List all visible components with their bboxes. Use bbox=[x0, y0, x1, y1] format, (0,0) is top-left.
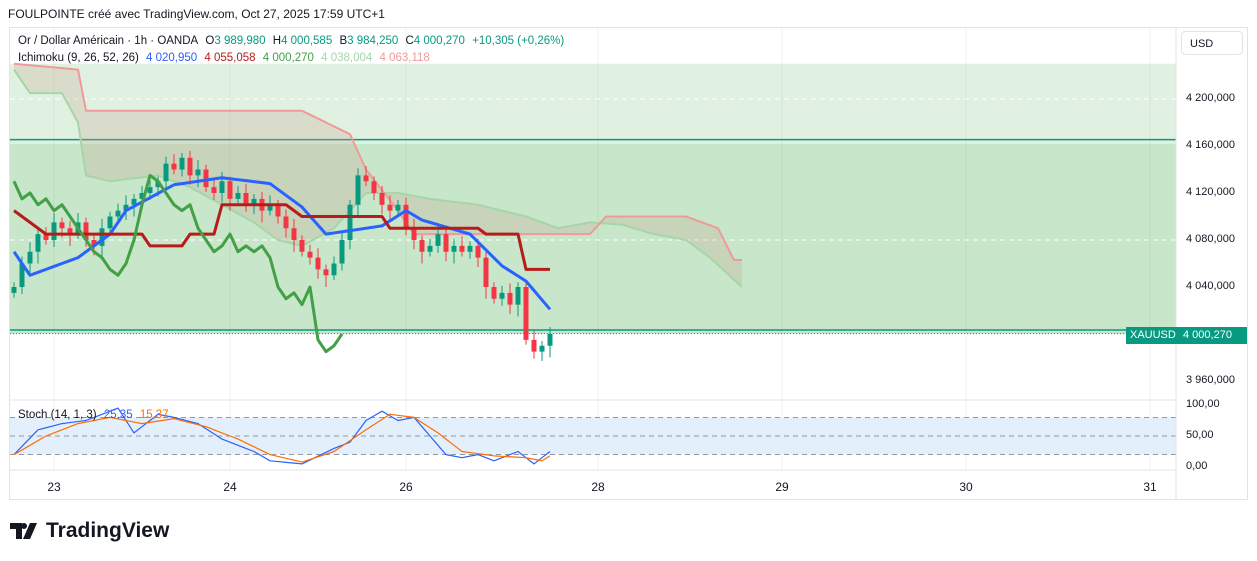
candle-body bbox=[459, 245, 465, 252]
candle-body bbox=[27, 251, 33, 264]
candle-body bbox=[195, 169, 201, 176]
candle-body bbox=[243, 193, 249, 205]
close-label: C bbox=[405, 35, 414, 47]
candle-body bbox=[531, 339, 537, 352]
stoch-k-value: 25,35 bbox=[103, 409, 133, 421]
candle-body bbox=[115, 210, 121, 217]
candle-body bbox=[491, 287, 497, 299]
symbol-name: Or / Dollar Américain · 1h · OANDA bbox=[18, 35, 199, 47]
candle-body bbox=[307, 251, 313, 258]
candle-body bbox=[51, 222, 57, 240]
span-b-value: 4 063,118 bbox=[379, 52, 430, 64]
symbol-tag: XAUUSD bbox=[1126, 327, 1180, 344]
candle-body bbox=[371, 181, 377, 193]
close-value: 4 000,270 bbox=[413, 35, 465, 47]
candle-body bbox=[187, 157, 193, 176]
candle-body bbox=[219, 181, 225, 193]
candle-body bbox=[171, 163, 177, 170]
low-label: B bbox=[339, 35, 348, 47]
candle-body bbox=[35, 234, 41, 252]
low-value: 3 984,250 bbox=[347, 35, 399, 47]
time-tick-label: 29 bbox=[775, 480, 789, 494]
chikou-value: 4 000,270 bbox=[262, 52, 314, 64]
candle-body bbox=[147, 187, 153, 193]
candle-body bbox=[427, 245, 433, 252]
time-tick-label: 26 bbox=[399, 480, 413, 494]
logo-text: TradingView bbox=[46, 519, 170, 542]
kijun-value: 4 055,058 bbox=[204, 52, 256, 64]
stoch-label: Stoch (14, 1, 3) bbox=[18, 409, 97, 421]
high-value: 4 000,585 bbox=[281, 35, 333, 47]
candle-body bbox=[299, 240, 305, 252]
ichimoku-label: Ichimoku (9, 26, 52, 26) bbox=[18, 52, 139, 64]
time-tick-label: 23 bbox=[47, 480, 61, 494]
price-tick-label: 4 040,000 bbox=[1186, 280, 1235, 292]
candle-body bbox=[395, 204, 401, 211]
stoch-d-value: 15,37 bbox=[139, 409, 169, 421]
price-tick-label: 4 160,000 bbox=[1186, 139, 1235, 151]
time-tick-label: 30 bbox=[959, 480, 973, 494]
candle-body bbox=[515, 287, 521, 305]
candle-body bbox=[11, 287, 17, 293]
candle-body bbox=[539, 345, 545, 352]
candle-body bbox=[467, 245, 473, 252]
price-tick-label: 4 080,000 bbox=[1186, 233, 1235, 245]
time-tick-label: 31 bbox=[1143, 480, 1157, 494]
currency-button[interactable]: USD bbox=[1181, 31, 1243, 55]
candle-body bbox=[107, 216, 113, 229]
change-value: +10,305 (+0,26%) bbox=[472, 35, 565, 47]
stoch-tick-label: 100,00 bbox=[1186, 398, 1220, 410]
candle-body bbox=[315, 257, 321, 270]
candle-body bbox=[211, 187, 217, 193]
candle-body bbox=[235, 193, 241, 199]
candle-body bbox=[275, 204, 281, 217]
high-label: H bbox=[272, 35, 282, 47]
candle-body bbox=[403, 204, 409, 229]
open-value: 3 989,980 bbox=[214, 35, 266, 47]
candle-body bbox=[379, 193, 385, 205]
span-a-value: 4 038,004 bbox=[321, 52, 373, 64]
candle-body bbox=[331, 263, 337, 276]
candle-body bbox=[179, 157, 185, 170]
stoch-tick-label: 0,00 bbox=[1186, 460, 1208, 472]
tradingview-logo-icon bbox=[10, 523, 37, 539]
candle-body bbox=[283, 216, 289, 229]
candle-body bbox=[339, 240, 345, 264]
ichimoku-legend[interactable]: Ichimoku (9, 26, 52, 26) 4 020,950 4 055… bbox=[18, 52, 434, 64]
candle-body bbox=[547, 334, 553, 346]
price-tick-label: 4 200,000 bbox=[1186, 92, 1235, 104]
candle-body bbox=[411, 228, 417, 240]
candle-body bbox=[355, 175, 361, 205]
price-tick-label: 3 960,000 bbox=[1186, 374, 1235, 386]
price-tag: 4 000,270 bbox=[1179, 327, 1247, 344]
candle-body bbox=[507, 292, 513, 305]
candle-body bbox=[59, 222, 65, 229]
candle-body bbox=[163, 163, 169, 182]
time-tick-label: 28 bbox=[591, 480, 605, 494]
candle-body bbox=[475, 245, 481, 258]
candle-body bbox=[363, 175, 369, 182]
candle-body bbox=[387, 204, 393, 211]
candle-body bbox=[323, 269, 329, 276]
tenkan-value: 4 020,950 bbox=[146, 52, 198, 64]
candle-body bbox=[443, 234, 449, 252]
chart-canvas[interactable] bbox=[0, 0, 1257, 561]
candle-body bbox=[419, 240, 425, 252]
candle-body bbox=[499, 292, 505, 299]
tradingview-logo[interactable]: TradingView bbox=[10, 519, 169, 543]
candle-body bbox=[347, 204, 353, 240]
time-tick-label: 24 bbox=[223, 480, 237, 494]
price-tick-label: 4 120,000 bbox=[1186, 186, 1235, 198]
stoch-legend[interactable]: Stoch (14, 1, 3) 25,35 15,37 bbox=[18, 409, 173, 421]
candle-body bbox=[483, 257, 489, 287]
candle-body bbox=[523, 287, 529, 340]
candle-body bbox=[435, 234, 441, 246]
stoch-tick-label: 50,00 bbox=[1186, 429, 1214, 441]
symbol-legend: Or / Dollar Américain · 1h · OANDA O3 98… bbox=[18, 35, 568, 47]
candle-body bbox=[451, 245, 457, 252]
candle-body bbox=[227, 181, 233, 199]
candle-body bbox=[291, 228, 297, 240]
